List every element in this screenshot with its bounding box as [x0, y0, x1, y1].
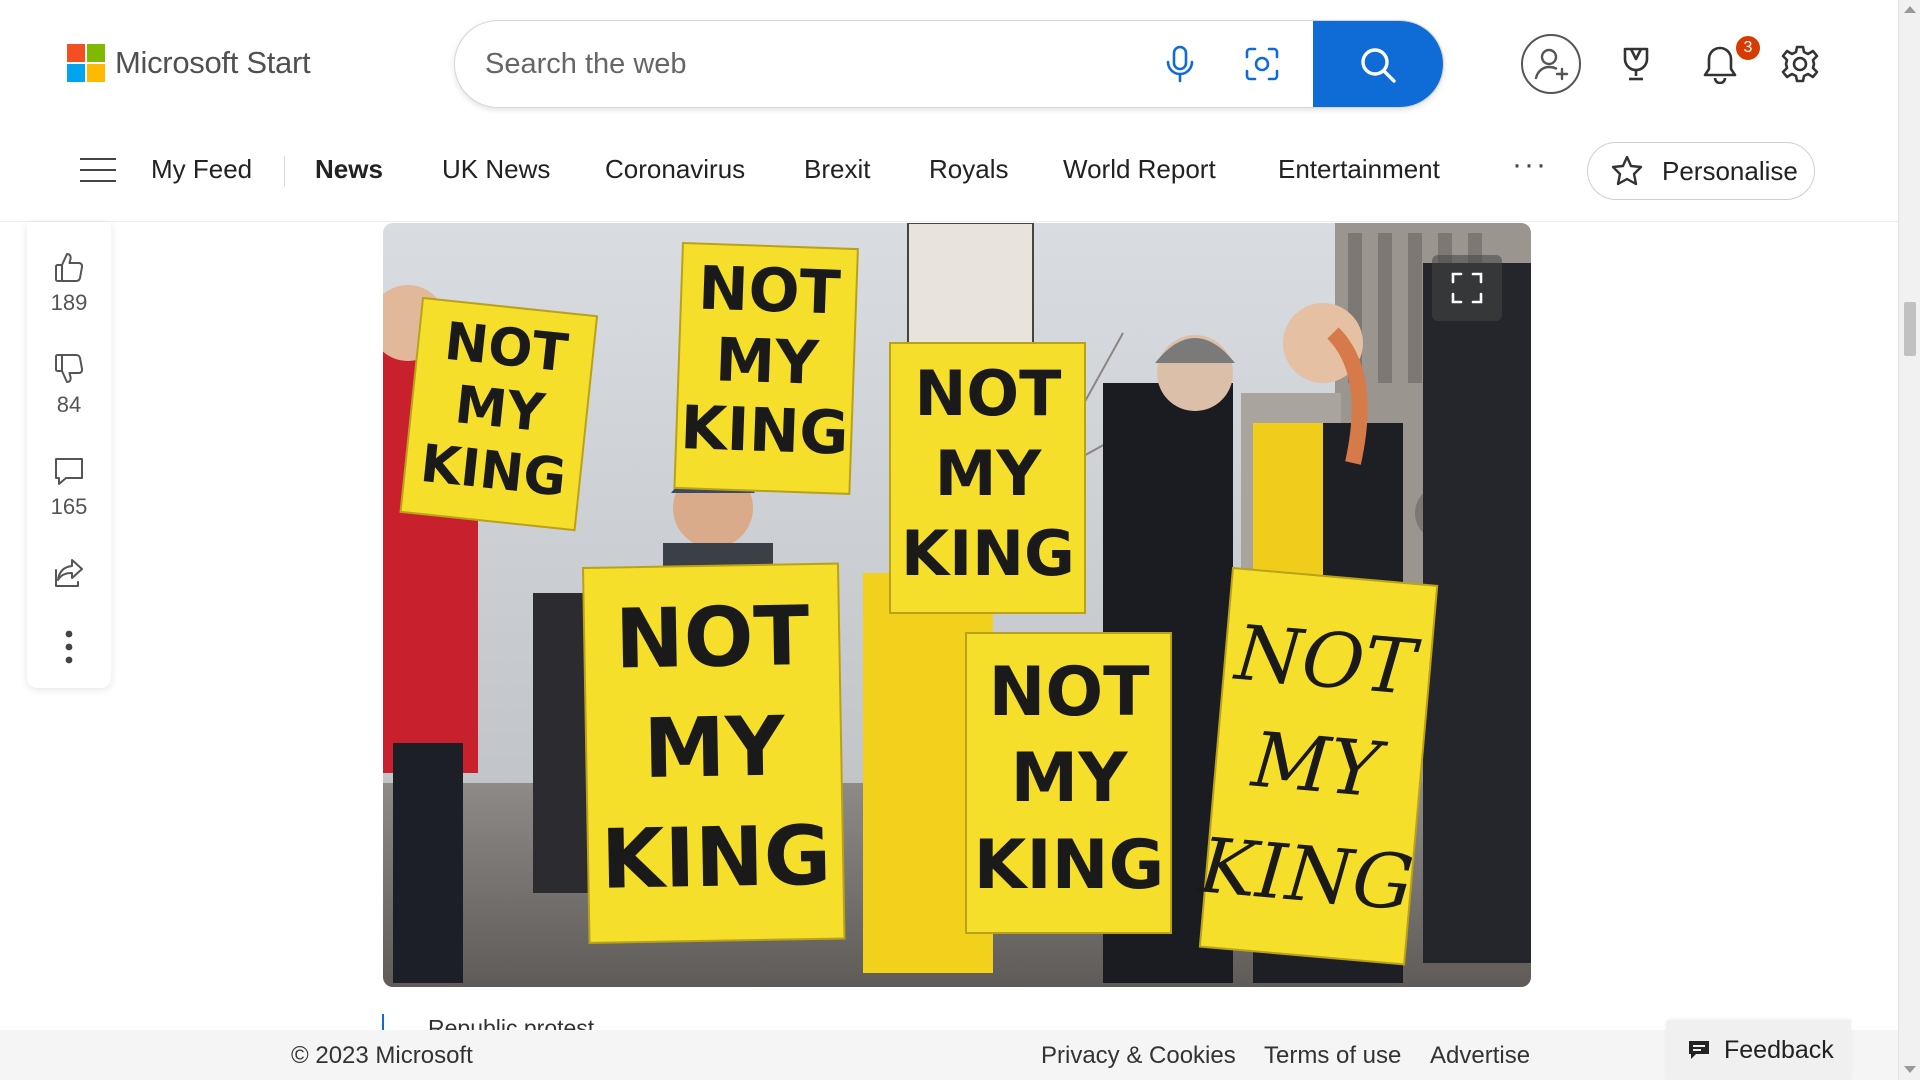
star-edit-icon [1611, 155, 1643, 186]
svg-text:MY: MY [1011, 739, 1129, 818]
comments-button[interactable]: 165 [27, 454, 111, 520]
expand-image-button[interactable] [1432, 255, 1502, 321]
copyright-text: © 2023 Microsoft [291, 1042, 473, 1069]
nav-item-my-feed[interactable]: My Feed [151, 154, 252, 185]
svg-text:KING: KING [679, 393, 850, 469]
svg-text:NOT: NOT [988, 653, 1150, 732]
settings-button[interactable] [1770, 34, 1830, 94]
comment-icon [55, 458, 83, 485]
article-actions-rail: 189 84 165 [27, 222, 111, 688]
more-categories-button[interactable]: ··· [1512, 148, 1548, 182]
footer-link-advertise[interactable]: Advertise [1430, 1042, 1530, 1070]
vertical-ellipsis-icon [65, 630, 73, 664]
footer-link-terms[interactable]: Terms of use [1264, 1042, 1401, 1070]
search-icon [1361, 48, 1396, 83]
profile-avatar-button[interactable] [1521, 34, 1581, 94]
top-header: Microsoft Start Search the web 3 My Feed… [0, 0, 1898, 222]
rewards-button[interactable] [1606, 34, 1666, 94]
feedback-icon [1689, 1041, 1709, 1059]
page-scrollbar[interactable] [1898, 0, 1920, 1080]
scroll-down-arrow-icon[interactable] [1904, 1066, 1916, 1073]
visual-search-icon[interactable] [1237, 39, 1287, 89]
nav-item-entertainment[interactable]: Entertainment [1278, 154, 1440, 185]
personalise-button[interactable]: Personalise [1587, 142, 1815, 200]
search-input[interactable] [485, 21, 1165, 107]
search-button[interactable] [1313, 21, 1443, 107]
rewards-trophy-icon [1623, 47, 1649, 81]
share-icon [55, 559, 83, 587]
notification-count-badge: 3 [1734, 34, 1762, 62]
bell-icon [1703, 46, 1737, 84]
svg-text:KING: KING [901, 517, 1075, 590]
footer-link-privacy[interactable]: Privacy & Cookies [1041, 1042, 1236, 1070]
nav-item-brexit[interactable]: Brexit [804, 154, 870, 185]
nav-item-coronavirus[interactable]: Coronavirus [605, 154, 745, 185]
dislike-count: 84 [56, 392, 82, 417]
nav-item-world-report[interactable]: World Report [1063, 154, 1216, 185]
nav-item-news[interactable]: News [315, 154, 383, 185]
like-button[interactable]: 189 [27, 250, 111, 316]
personalise-label: Personalise [1662, 155, 1798, 186]
svg-text:MY: MY [714, 325, 821, 399]
feedback-button[interactable]: Feedback [1666, 1020, 1851, 1080]
feedback-label: Feedback [1724, 1035, 1834, 1064]
svg-text:KING: KING [974, 826, 1165, 905]
like-count: 189 [50, 290, 88, 315]
more-options-button[interactable] [27, 630, 111, 664]
svg-text:KING: KING [1194, 820, 1417, 927]
comment-count: 165 [50, 494, 88, 519]
svg-text:MY: MY [935, 437, 1043, 510]
svg-text:MY: MY [452, 375, 549, 444]
microsoft-start-logo[interactable]: Microsoft Start [67, 44, 311, 82]
gear-icon [1781, 45, 1819, 83]
svg-text:NOT: NOT [697, 254, 842, 329]
svg-text:NOT: NOT [915, 357, 1062, 430]
category-nav: My Feed News UK News Coronavirus Brexit … [0, 140, 1898, 200]
svg-text:MY: MY [1247, 714, 1391, 815]
svg-text:MY: MY [643, 699, 787, 796]
article-hero-image: NOT MY KING NOT MY KING NOT MY KING NOT MY KING … [383, 223, 1531, 987]
hamburger-menu-icon[interactable] [80, 158, 116, 182]
svg-text:NOT: NOT [614, 589, 810, 687]
microphone-icon[interactable] [1155, 39, 1205, 89]
thumbs-down-icon [55, 354, 84, 383]
nav-item-royals[interactable]: Royals [929, 154, 1008, 185]
thumbs-up-icon [55, 253, 84, 282]
microsoft-logo-icon [67, 44, 105, 82]
svg-text:KING: KING [600, 809, 832, 908]
scrollbar-thumb[interactable] [1904, 302, 1916, 356]
nav-item-uk-news[interactable]: UK News [442, 154, 550, 185]
svg-text:NOT: NOT [1230, 608, 1424, 713]
dislike-button[interactable]: 84 [27, 352, 111, 418]
app-title: Microsoft Start [115, 45, 311, 80]
avatar-icon [1534, 48, 1569, 81]
page-footer: © 2023 Microsoft Privacy & Cookies Terms… [0, 1030, 1898, 1080]
fullscreen-icon [1451, 272, 1483, 304]
share-button[interactable] [27, 556, 111, 590]
nav-divider [284, 156, 285, 186]
scroll-up-arrow-icon[interactable] [1904, 6, 1916, 13]
search-bar [454, 20, 1444, 108]
